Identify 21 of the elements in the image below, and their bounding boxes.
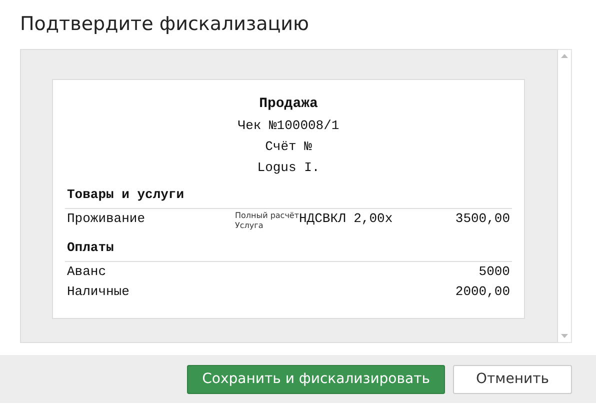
receipt-header-line: Счёт №: [264, 138, 313, 156]
item-note: Услуга: [235, 221, 264, 231]
section-heading: Оплаты: [65, 239, 512, 262]
receipt-header-line: Чек №100008/1: [236, 117, 340, 135]
item-amount: 3500,00: [455, 210, 510, 228]
cancel-button[interactable]: Отменить: [452, 364, 572, 394]
receipt-header-line: Logus I.: [256, 159, 321, 177]
scroll-up-icon[interactable]: [561, 54, 568, 58]
payment-name: Аванс: [67, 263, 106, 281]
section-heading: Товары и услуги: [65, 186, 512, 209]
receipt-type: Продажа: [258, 95, 319, 114]
item-name: Проживание: [67, 210, 146, 228]
scroll-down-icon[interactable]: [561, 334, 568, 338]
save-button[interactable]: Сохранить и фискализировать: [187, 364, 445, 394]
scrollbar[interactable]: [558, 49, 572, 343]
item-note: Полный расчёт: [235, 211, 299, 221]
dialog-title: Подтвердите фискализацию: [19, 12, 310, 37]
payment-amount: 5000: [478, 263, 510, 281]
payment-name: Наличные: [67, 283, 130, 301]
item-tax: НДСВКЛ 2,00x: [299, 210, 393, 228]
payment-amount: 2000,00: [455, 283, 510, 301]
